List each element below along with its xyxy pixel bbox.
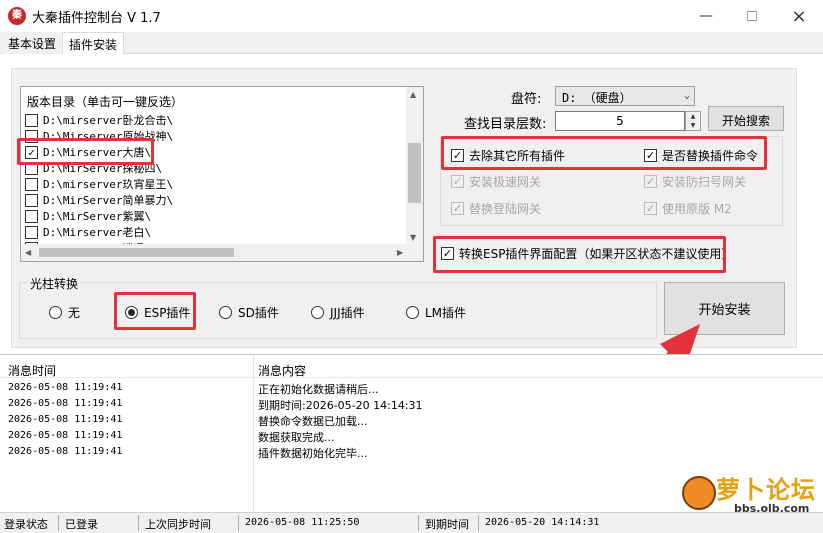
expire-label: 到期时间	[425, 518, 469, 531]
option-install-antiscan-gateway[interactable]: ✓ 安装防扫号网关	[644, 173, 746, 190]
table-row[interactable]: 2026-05-08 11:19:41 替换命令数据已加载...	[0, 412, 823, 428]
option-use-original-m2[interactable]: ✓ 使用原版 M2	[644, 200, 732, 217]
list-item[interactable]: D:\Mirserver老白\	[25, 224, 151, 240]
carrot-logo-icon	[682, 476, 716, 510]
radio-button[interactable]	[406, 306, 419, 319]
scroll-up-icon[interactable]: ▲	[410, 90, 416, 99]
checkbox[interactable]: ✓	[451, 202, 464, 215]
checkbox[interactable]: ✓	[441, 247, 454, 260]
depth-spinner[interactable]: ▲ ▼	[685, 111, 701, 131]
drive-select[interactable]: D: （硬盘） ⌄	[555, 86, 695, 106]
chevron-down-icon: ⌄	[683, 90, 690, 101]
checkbox[interactable]	[25, 129, 38, 143]
app-icon: 秦	[8, 7, 26, 25]
list-item[interactable]: D:\mirserver玖宵星王\	[25, 176, 173, 192]
table-row[interactable]: 2026-05-08 11:19:41 正在初始化数据请稍后...	[0, 380, 823, 396]
radio-esp[interactable]: ESP插件	[125, 304, 190, 321]
maximize-button[interactable]	[729, 0, 775, 32]
list-item[interactable]: D:\MirServer探秘四\	[25, 160, 162, 176]
option-esp-config[interactable]: ✓ 转换ESP插件界面配置（如果开区状态不建议使用）	[441, 245, 733, 262]
list-item[interactable]: D:\MirServer简单暴力\	[25, 192, 173, 208]
radio-button[interactable]	[125, 306, 138, 319]
vertical-scrollbar[interactable]: ▲ ▼	[406, 87, 423, 245]
light-conversion-title: 光柱转换	[27, 275, 82, 292]
table-row[interactable]: 2026-05-08 11:19:41 到期时间:2026-05-20 14:14…	[0, 396, 823, 412]
expire-value: 2026-05-20 14:14:31	[485, 517, 600, 528]
option-replace-command[interactable]: ✓ 是否替换插件命令	[644, 147, 758, 164]
last-sync-value: 2026-05-08 11:25:50	[245, 517, 360, 528]
radio-lm[interactable]: LM插件	[406, 304, 466, 321]
option-remove-others[interactable]: ✓ 去除其它所有插件	[451, 147, 565, 164]
list-item[interactable]: D:\Mirserver原始战神\	[25, 128, 173, 144]
list-item[interactable]: D:\MirServer紫翼\	[25, 208, 151, 224]
minimize-icon: —	[699, 8, 713, 24]
maximize-icon	[747, 11, 757, 21]
checkbox[interactable]: ✓	[25, 145, 38, 159]
spin-up-icon[interactable]: ▲	[686, 112, 700, 121]
tab-basic-settings[interactable]: 基本设置	[2, 32, 63, 54]
checkbox[interactable]: ✓	[644, 149, 657, 162]
radio-sd[interactable]: SD插件	[219, 304, 279, 321]
radio-none[interactable]: 无	[49, 304, 80, 321]
scroll-down-icon[interactable]: ▼	[410, 233, 416, 242]
list-item[interactable]: ✓ D:\Mirserver大唐\	[25, 144, 151, 160]
watermark: 萝卜论坛 bbs.olb.com	[676, 470, 816, 518]
checkbox[interactable]	[25, 161, 38, 175]
checkbox[interactable]: ✓	[451, 175, 464, 188]
watermark-text: 萝卜论坛	[716, 475, 816, 504]
depth-label: 查找目录层数:	[464, 117, 547, 132]
scroll-right-icon[interactable]: ▶	[397, 248, 403, 257]
checkbox[interactable]: ✓	[451, 149, 464, 162]
option-replace-login-gateway[interactable]: ✓ 替换登陆网关	[451, 200, 541, 217]
scroll-thumb[interactable]	[408, 143, 421, 203]
login-status-value: 已登录	[65, 518, 98, 531]
close-icon: ×	[791, 5, 807, 27]
radio-button[interactable]	[49, 306, 62, 319]
horizontal-scrollbar[interactable]: ◀ ▶	[21, 244, 423, 261]
checkbox[interactable]	[25, 193, 38, 207]
status-bar: 登录状态 已登录 上次同步时间 2026-05-08 11:25:50 到期时间…	[0, 512, 823, 533]
radio-jjj[interactable]: JJJ插件	[311, 304, 365, 321]
search-button[interactable]: 开始搜索	[708, 106, 784, 131]
login-status-label: 登录状态	[4, 518, 48, 531]
table-row[interactable]: 2026-05-08 11:19:41 插件数据初始化完毕...	[0, 444, 823, 460]
window-title: 大秦插件控制台 V 1.7	[32, 11, 161, 26]
spin-down-icon[interactable]: ▼	[686, 121, 700, 130]
list-item[interactable]: D:\mirserver卧龙合击\	[25, 112, 173, 128]
checkbox[interactable]: ✓	[644, 202, 657, 215]
last-sync-label: 上次同步时间	[145, 518, 211, 531]
checkbox[interactable]	[25, 209, 38, 223]
checkbox[interactable]: ✓	[644, 175, 657, 188]
tab-plugin-install[interactable]: 插件安装	[62, 32, 125, 55]
depth-input[interactable]: 5	[555, 111, 685, 131]
close-button[interactable]: ×	[776, 0, 822, 32]
radio-button[interactable]	[219, 306, 232, 319]
option-install-speed-gateway[interactable]: ✓ 安装极速网关	[451, 173, 541, 190]
table-row[interactable]: 2026-05-08 11:19:41 数据获取完成...	[0, 428, 823, 444]
version-directory-list[interactable]: 版本目录（单击可一键反选） D:\mirserver卧龙合击\ D:\Mirse…	[20, 86, 424, 262]
checkbox[interactable]	[25, 177, 38, 191]
drive-label: 盘符:	[511, 92, 542, 107]
radio-button[interactable]	[311, 306, 324, 319]
checkbox[interactable]	[25, 113, 38, 127]
checkbox[interactable]	[25, 225, 38, 239]
scroll-left-icon[interactable]: ◀	[25, 248, 31, 257]
dir-list-header[interactable]: 版本目录（单击可一键反选）	[27, 93, 183, 110]
scroll-thumb[interactable]	[39, 248, 234, 257]
minimize-button[interactable]: —	[683, 0, 729, 32]
